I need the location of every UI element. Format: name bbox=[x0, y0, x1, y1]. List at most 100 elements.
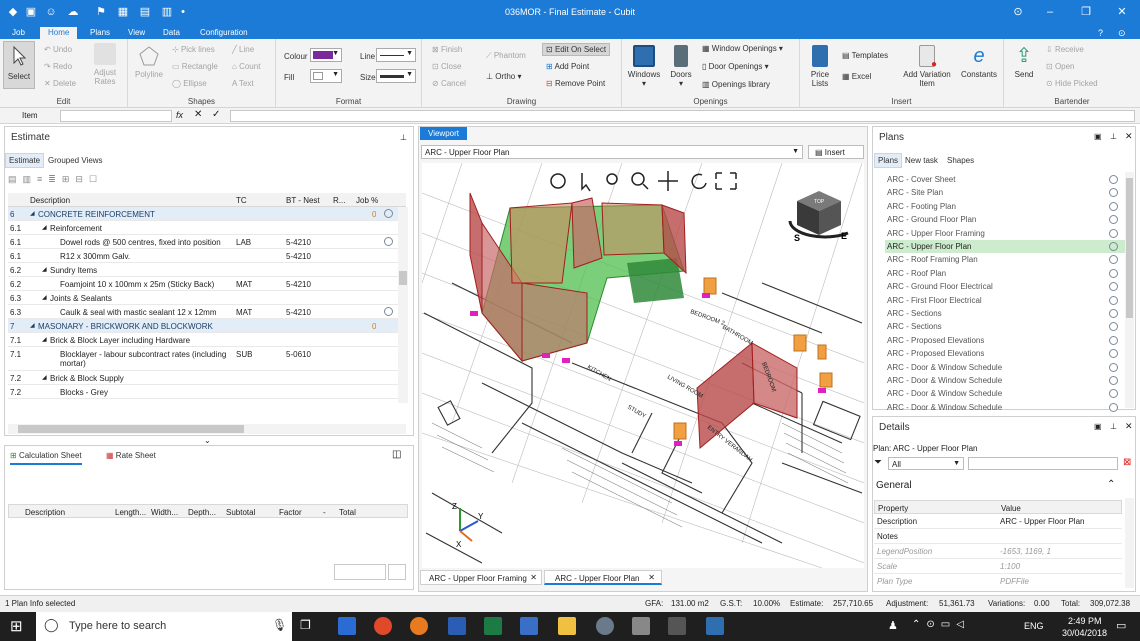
phantom-button[interactable]: ⟋ Phantom bbox=[486, 51, 526, 61]
plan-item[interactable]: ARC - Door & Window Schedule bbox=[885, 374, 1125, 387]
line-size-select[interactable]: ▼ bbox=[376, 69, 416, 83]
visibility-icon[interactable] bbox=[1109, 255, 1118, 265]
window-openings-button[interactable]: ▦ Window Openings ▾ bbox=[702, 44, 783, 53]
tab-new-task[interactable]: New task bbox=[905, 156, 938, 165]
fill-picker[interactable]: ▼ bbox=[310, 69, 342, 83]
plan-item[interactable]: ARC - Sections bbox=[885, 320, 1125, 333]
finish-button[interactable]: ⊠ Finish bbox=[432, 45, 462, 54]
tab-calculation-sheet[interactable]: ⊞ Calculation Sheet bbox=[10, 451, 82, 465]
item-input[interactable] bbox=[60, 110, 172, 122]
close-shape-button[interactable]: ⊡ Close bbox=[432, 62, 461, 71]
edit-on-select-button[interactable]: ⊡ Edit On Select bbox=[542, 43, 611, 56]
visibility-icon[interactable] bbox=[1109, 362, 1118, 372]
line-style-select[interactable]: ▼ bbox=[376, 48, 416, 62]
ellipse-button[interactable]: ◯ Ellipse bbox=[172, 79, 207, 88]
col-subtotal[interactable]: Subtotal bbox=[226, 508, 255, 517]
taskbar-search[interactable]: ◯ Type here to search 🎙 bbox=[36, 612, 292, 641]
details-vscroll[interactable] bbox=[1125, 498, 1134, 588]
toolbar-icon[interactable]: ☐ bbox=[89, 174, 103, 184]
details-row[interactable]: Description ARC - Upper Floor Plan bbox=[874, 514, 1122, 529]
details-row[interactable]: LegendPosition -1653, 1169, 1 bbox=[874, 544, 1122, 559]
col-job-pct[interactable]: Job % bbox=[356, 196, 378, 205]
table-row[interactable]: 6.2 Foamjoint 10 x 100mm x 25m (Sticky Ba… bbox=[8, 277, 406, 291]
table-row[interactable]: 6.3 ◢ Joints & Sealants bbox=[8, 291, 406, 305]
toolbar-icon[interactable]: ≣ bbox=[48, 174, 62, 184]
splitter-chevron-icon[interactable]: ⌄ bbox=[204, 436, 211, 445]
expand-icon[interactable]: ◢ bbox=[30, 210, 35, 217]
viewport-canvas[interactable]: BEDROOM 2 BATHROOM LIVING ROOM KITCHEN S… bbox=[422, 163, 864, 568]
undo-button[interactable]: ↶ Undo bbox=[44, 45, 72, 54]
collapse-section-icon[interactable]: ⌃ bbox=[1107, 479, 1115, 490]
visibility-icon[interactable] bbox=[1109, 309, 1118, 318]
details-search-input[interactable] bbox=[968, 457, 1118, 470]
pin-icon[interactable]: ⊥ bbox=[1110, 132, 1117, 141]
notifications-icon[interactable]: ▭ bbox=[1116, 619, 1126, 632]
visibility-icon[interactable] bbox=[1109, 349, 1118, 359]
expand-icon[interactable]: ◢ bbox=[42, 294, 47, 301]
word-icon[interactable] bbox=[448, 617, 466, 635]
col-tc[interactable]: TC bbox=[236, 196, 247, 205]
select-button[interactable]: Select bbox=[3, 41, 35, 89]
language-indicator[interactable]: ENG bbox=[1024, 621, 1044, 631]
expand-icon[interactable]: ◢ bbox=[30, 322, 35, 329]
tab-plans-list[interactable]: Plans bbox=[874, 153, 903, 168]
count-button[interactable]: ⌂ Count bbox=[232, 62, 260, 71]
col-description[interactable]: Description bbox=[30, 196, 70, 205]
visibility-icon[interactable] bbox=[1109, 228, 1118, 238]
constants-button[interactable]: e Constants bbox=[958, 45, 1000, 79]
plan-item[interactable]: ARC - Proposed Elevations bbox=[885, 334, 1125, 347]
add-variation-item-button[interactable]: ● Add Variation Item bbox=[900, 45, 954, 88]
tab-shapes[interactable]: Shapes bbox=[947, 156, 974, 165]
table-row[interactable]: 7.1 ◢ Brick & Block Layer including Hardwa… bbox=[8, 333, 406, 347]
visibility-icon[interactable] bbox=[1109, 215, 1118, 225]
info-icon[interactable]: ⊙ bbox=[1008, 4, 1028, 20]
table-row[interactable]: 6.1 R12 x 300mm Galv. 5-4210 bbox=[8, 249, 406, 263]
plan-item[interactable]: ARC - Site Plan bbox=[885, 186, 1125, 199]
excel-button[interactable]: ▦ Excel bbox=[842, 72, 871, 81]
fx-icon[interactable]: fx bbox=[176, 110, 183, 120]
help-icon[interactable]: ? bbox=[1090, 27, 1111, 39]
col-bt-nest[interactable]: BT - Nest bbox=[286, 196, 320, 205]
firefox-icon[interactable] bbox=[410, 617, 428, 635]
table-row[interactable]: 6 ◢ CONCRETE REINFORCEMENT 0 bbox=[8, 207, 406, 221]
expand-icon[interactable]: ◢ bbox=[42, 336, 47, 343]
col-calc-description[interactable]: Description bbox=[25, 508, 65, 517]
visibility-icon[interactable] bbox=[1109, 242, 1118, 251]
polyline-button[interactable]: Polyline bbox=[132, 45, 166, 79]
insert-plan-button[interactable]: ▤ Insert bbox=[808, 145, 864, 159]
tab-rate-sheet[interactable]: ▦ Rate Sheet bbox=[106, 451, 156, 460]
network-app-icon[interactable] bbox=[596, 617, 614, 635]
active-app-icon[interactable] bbox=[668, 617, 686, 635]
calc-unit-field[interactable] bbox=[388, 564, 406, 580]
outlook-icon[interactable] bbox=[338, 617, 356, 635]
panel-menu-icon[interactable]: ▣ bbox=[1094, 132, 1102, 141]
tab-plans[interactable]: Plans bbox=[82, 27, 118, 39]
templates-button[interactable]: ▤ Templates bbox=[842, 51, 888, 60]
maximize-button[interactable]: ❐ bbox=[1076, 4, 1096, 20]
scroll-thumb[interactable] bbox=[18, 425, 244, 433]
plan-item[interactable]: ARC - First Floor Electrical bbox=[885, 294, 1125, 307]
status-circle-icon[interactable] bbox=[384, 209, 393, 218]
details-row[interactable]: Notes bbox=[874, 529, 1122, 544]
price-lists-button[interactable]: Price Lists bbox=[806, 45, 834, 88]
ribbon-collapse-icon[interactable]: ⊙ bbox=[1110, 27, 1134, 39]
filter-icon[interactable]: ⏷ bbox=[874, 457, 882, 468]
col-op[interactable]: - bbox=[323, 508, 326, 517]
details-row[interactable]: Plan Type PDFFile bbox=[874, 574, 1122, 588]
excel-icon[interactable] bbox=[484, 617, 502, 635]
col-width[interactable]: Width... bbox=[151, 508, 178, 517]
expand-icon[interactable]: ◢ bbox=[42, 374, 47, 381]
plan-item[interactable]: ARC - Ground Floor Electrical bbox=[885, 280, 1125, 293]
tab-viewport[interactable]: Viewport bbox=[420, 127, 467, 140]
details-filter-select[interactable]: All ▼ bbox=[888, 457, 964, 470]
table-row[interactable]: 6.1 Dowel rods @ 500 centres, fixed into … bbox=[8, 235, 406, 249]
toolbar-icon[interactable]: ≡ bbox=[37, 174, 48, 184]
door-openings-button[interactable]: ▯ Door Openings ▾ bbox=[702, 62, 769, 71]
open-button[interactable]: ⊡ Open bbox=[1046, 62, 1075, 71]
calc-total-field[interactable] bbox=[334, 564, 386, 580]
plan-item[interactable]: ARC - Cover Sheet bbox=[885, 173, 1125, 186]
windows-button[interactable]: Windows ▾ bbox=[626, 45, 662, 88]
cancel-edit-icon[interactable]: ✕ bbox=[194, 109, 202, 120]
people-icon[interactable]: ♟ bbox=[888, 619, 898, 632]
start-icon[interactable]: ⊞ bbox=[10, 617, 23, 635]
